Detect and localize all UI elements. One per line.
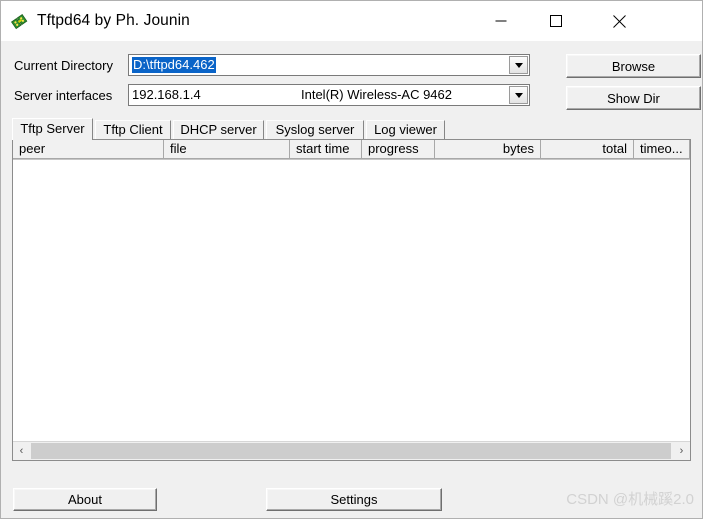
current-directory-value[interactable]: D:\tftpd64.462 <box>132 57 216 73</box>
maximize-icon <box>550 15 562 27</box>
show-dir-button[interactable]: Show Dir <box>566 86 701 110</box>
server-interface-ip[interactable]: 192.168.1.4 <box>132 87 201 103</box>
column-header-total[interactable]: total <box>541 140 634 159</box>
browse-button[interactable]: Browse <box>566 54 701 78</box>
server-interface-adapter[interactable]: Intel(R) Wireless-AC 9462 <box>301 87 452 103</box>
csdn-watermark: CSDN @机械蹊2.0 <box>566 491 694 508</box>
minimize-icon <box>495 20 507 22</box>
column-header-progress[interactable]: progress <box>362 140 435 159</box>
maximize-button[interactable] <box>533 1 579 41</box>
tab-tftp-server[interactable]: Tftp Server <box>12 118 93 140</box>
chevron-down-icon[interactable] <box>509 86 528 104</box>
close-icon <box>612 14 626 28</box>
column-header-peer[interactable]: peer <box>13 140 164 159</box>
horizontal-scrollbar[interactable]: ‹ › <box>13 441 690 460</box>
column-header-file[interactable]: file <box>164 140 290 159</box>
title-bar: Tftpd64 by Ph. Jounin <box>1 1 702 41</box>
scrollbar-thumb[interactable] <box>31 443 671 459</box>
current-directory-combobox[interactable]: D:\tftpd64.462 <box>128 54 530 76</box>
about-button[interactable]: About <box>13 488 157 511</box>
tab-syslog-server[interactable]: Syslog server <box>266 120 364 139</box>
settings-button[interactable]: Settings <box>266 488 442 511</box>
tab-strip: Tftp Server Tftp Client DHCP server Syslog … <box>12 118 691 140</box>
close-button[interactable] <box>596 1 642 41</box>
tab-tftp-client[interactable]: Tftp Client <box>95 120 171 139</box>
list-body[interactable] <box>13 160 690 441</box>
chevron-left-icon[interactable]: ‹ <box>13 442 30 460</box>
current-directory-label: Current Directory <box>14 58 113 73</box>
tab-log-viewer[interactable]: Log viewer <box>366 120 445 139</box>
chevron-down-icon[interactable] <box>509 56 528 74</box>
column-header-bytes[interactable]: bytes <box>435 140 541 159</box>
tftpd64-icon <box>10 11 30 31</box>
tab-dhcp-server[interactable]: DHCP server <box>173 120 264 139</box>
list-column-headers: peer file start time progress bytes total time… <box>13 140 690 160</box>
tftpd64-window: Tftpd64 by Ph. Jounin Current Directory … <box>0 0 703 519</box>
window-title: Tftpd64 by Ph. Jounin <box>37 12 190 29</box>
chevron-right-icon[interactable]: › <box>673 442 690 460</box>
column-header-starttime[interactable]: start time <box>290 140 362 159</box>
minimize-button[interactable] <box>478 1 524 41</box>
server-interfaces-combobox[interactable]: 192.168.1.4 Intel(R) Wireless-AC 9462 <box>128 84 530 106</box>
transfer-list[interactable]: peer file start time progress bytes total time… <box>12 139 691 461</box>
server-interfaces-label: Server interfaces <box>14 88 113 103</box>
column-header-timeo[interactable]: timeo... <box>634 140 690 159</box>
